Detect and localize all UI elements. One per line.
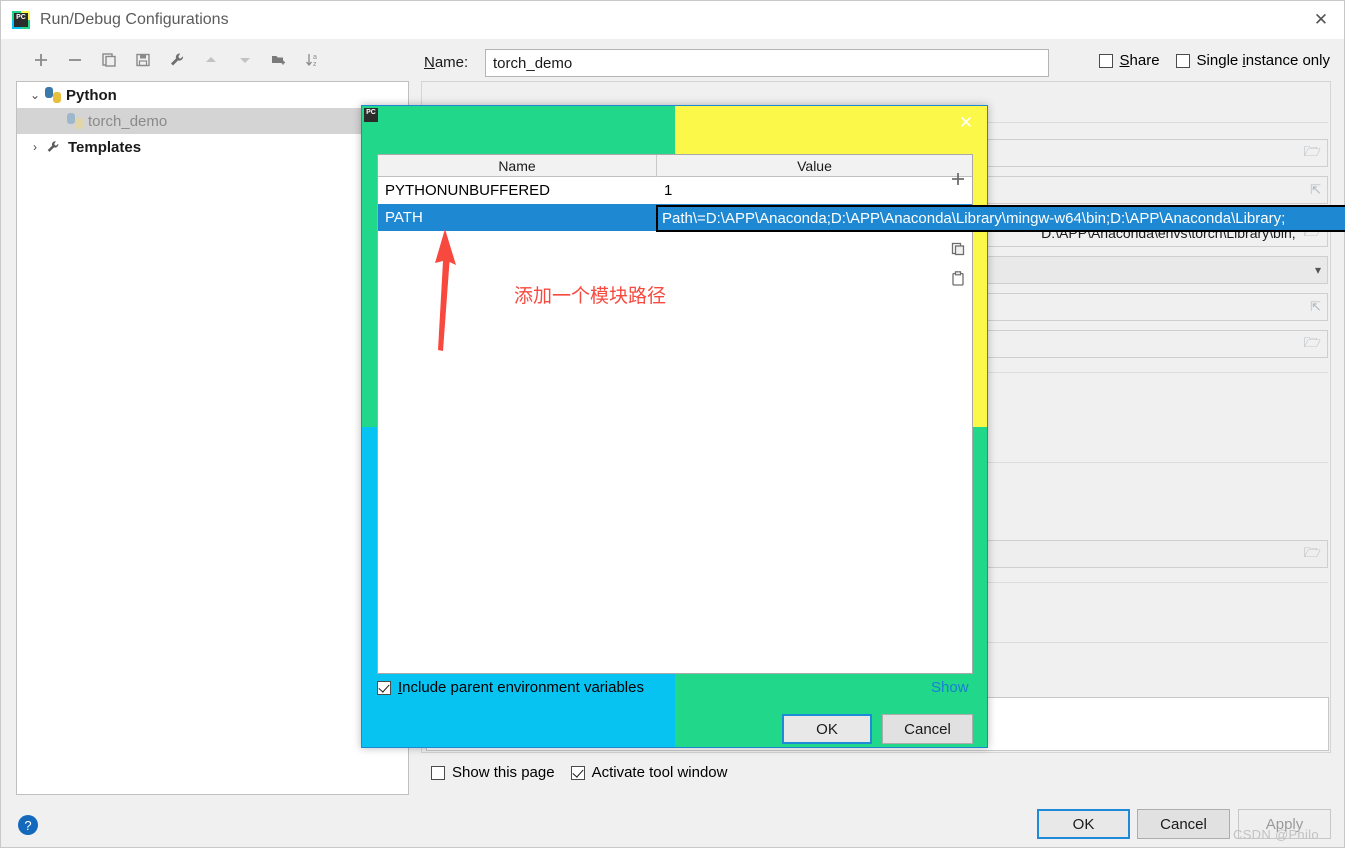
path-value-editor-input[interactable]: Path\=D:\APP\Anaconda;D:\APP\Anaconda\Li…: [656, 205, 1345, 232]
folder-icon[interactable]: 🗁: [1304, 141, 1321, 165]
copy-icon[interactable]: [94, 45, 124, 75]
logo-text: PC: [14, 13, 28, 27]
move-up-icon[interactable]: [196, 45, 226, 75]
close-icon[interactable]: ✕: [945, 106, 987, 140]
tree-item-python[interactable]: ⌄ Python: [17, 82, 408, 108]
name-label: Name:: [424, 54, 468, 71]
wrench-icon: [45, 139, 63, 155]
tree-item-torch-demo[interactable]: torch_demo: [17, 108, 408, 134]
new-folder-icon[interactable]: [264, 45, 294, 75]
column-header-value[interactable]: Value: [657, 155, 972, 177]
save-icon[interactable]: [128, 45, 158, 75]
red-annotation-text: 添加一个模块路径: [514, 285, 667, 307]
ok-button[interactable]: OK: [1037, 809, 1130, 839]
single-instance-checkbox-row[interactable]: Single instance only: [1175, 52, 1330, 69]
remove-icon[interactable]: [60, 45, 90, 75]
wrench-icon[interactable]: [162, 45, 192, 75]
row-name: PATH: [385, 209, 423, 226]
tree-item-templates[interactable]: › Templates: [17, 134, 408, 160]
expand-icon[interactable]: ⇱: [1310, 182, 1321, 198]
folder-icon[interactable]: 🗁: [1304, 332, 1321, 356]
window-title: Run/Debug Configurations: [40, 11, 229, 28]
window-titlebar: PC Run/Debug Configurations ✕: [1, 1, 1344, 39]
move-down-icon[interactable]: [230, 45, 260, 75]
row-name: PYTHONUNBUFFERED: [385, 182, 551, 199]
add-variable-icon[interactable]: [943, 164, 973, 194]
share-checkbox[interactable]: [1098, 53, 1113, 68]
svg-text:z: z: [313, 61, 317, 68]
sort-alphabetically-icon[interactable]: a z: [298, 45, 328, 75]
share-label: Share: [1119, 52, 1160, 69]
column-header-name[interactable]: Name: [378, 155, 657, 177]
pycharm-logo-icon: PC: [12, 11, 30, 29]
name-label-rest: ame:: [434, 54, 469, 71]
table-row[interactable]: PYTHONUNBUFFERED 1: [378, 177, 972, 204]
tree-item-label: Templates: [68, 138, 142, 156]
single-instance-checkbox[interactable]: [1175, 53, 1190, 68]
python-icon: [67, 113, 83, 129]
run-debug-configurations-window: PC Run/Debug Configurations ✕ a z Name: …: [0, 0, 1345, 848]
watermark-text: CSDN @Philo: [1233, 827, 1319, 842]
show-link[interactable]: Show: [931, 679, 969, 696]
env-variables-table[interactable]: Name Value PYTHONUNBUFFERED 1 PATH: [377, 154, 973, 674]
expand-icon[interactable]: ⇱: [1310, 299, 1321, 315]
environment-variables-dialog: PC Environment Variables ✕ Name Value PY…: [361, 105, 988, 748]
include-parent-env-row[interactable]: Include parent environment variables: [377, 679, 644, 696]
env-cancel-button[interactable]: Cancel: [882, 714, 973, 744]
top-checkbox-group: Share Single instance only: [1098, 52, 1330, 69]
env-table-header: Name Value: [378, 155, 972, 177]
logo-text: PC: [364, 108, 378, 122]
name-label-mnemonic: N: [424, 54, 435, 71]
chevron-down-icon[interactable]: ⌄: [25, 88, 45, 102]
include-parent-env-checkbox[interactable]: [377, 680, 391, 695]
cancel-button[interactable]: Cancel: [1137, 809, 1230, 839]
help-icon[interactable]: ?: [18, 815, 38, 835]
include-parent-env-label: Include parent environment variables: [398, 679, 644, 696]
configurations-tree[interactable]: ⌄ Python torch_demo › Templates: [16, 81, 409, 795]
folder-icon[interactable]: 🗁: [1304, 542, 1321, 566]
env-table-wrap: Name Value PYTHONUNBUFFERED 1 PATH Inclu…: [377, 154, 973, 776]
copy-variable-icon[interactable]: [943, 234, 973, 264]
share-checkbox-row[interactable]: Share: [1098, 52, 1160, 69]
env-ok-button[interactable]: OK: [782, 714, 872, 744]
close-icon[interactable]: ✕: [1298, 1, 1344, 39]
red-arrow-annotation-icon: [435, 229, 456, 351]
env-dialog-titlebar: PC Environment Variables ✕: [362, 106, 987, 747]
paste-variable-icon[interactable]: [943, 264, 973, 294]
python-icon: [45, 87, 61, 103]
svg-text:a: a: [313, 54, 317, 61]
row-value: 1: [664, 182, 673, 199]
single-instance-label: Single instance only: [1196, 52, 1330, 69]
tree-item-label: Python: [66, 86, 117, 104]
name-input[interactable]: [485, 49, 1049, 77]
tree-item-label: torch_demo: [88, 112, 168, 130]
chevron-down-icon[interactable]: ▾: [1315, 263, 1321, 277]
chevron-right-icon[interactable]: ›: [25, 140, 45, 154]
add-icon[interactable]: [26, 45, 56, 75]
